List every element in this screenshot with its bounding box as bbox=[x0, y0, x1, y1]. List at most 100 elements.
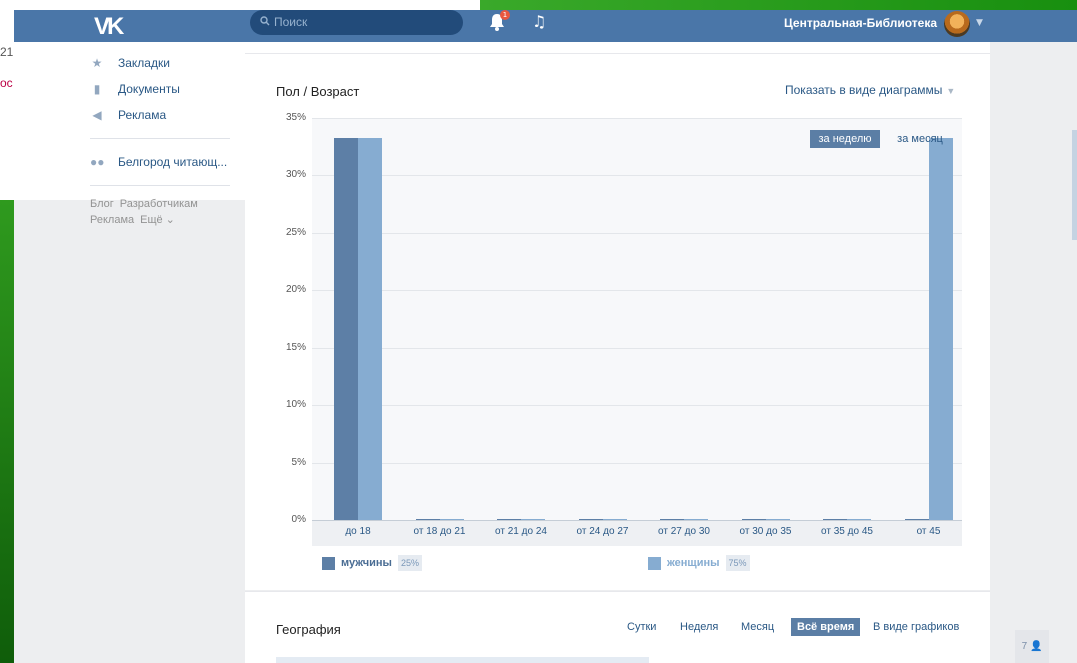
tab-all-time[interactable]: Всё время bbox=[791, 618, 861, 636]
star-icon: ★ bbox=[91, 56, 103, 70]
bar-male[interactable] bbox=[823, 518, 847, 520]
search-icon bbox=[260, 15, 270, 29]
top-header: VK Поиск 1 ♫ Центральная-Библиотека ▼ bbox=[14, 10, 1077, 42]
sidebar-item-ads[interactable]: ◀ Реклама bbox=[90, 102, 240, 128]
geography-bar bbox=[276, 657, 649, 663]
online-users-counter[interactable]: 7 👤 bbox=[1015, 630, 1049, 663]
section-title: Пол / Возраст bbox=[276, 84, 360, 99]
y-tick-label: 20% bbox=[285, 284, 306, 296]
divider bbox=[90, 185, 230, 186]
scrollbar[interactable] bbox=[1072, 130, 1077, 240]
period-month-button[interactable]: за месяц bbox=[890, 130, 950, 148]
footer-link-ads[interactable]: Реклама bbox=[90, 214, 134, 226]
gridline bbox=[312, 175, 962, 177]
bar-male[interactable] bbox=[497, 518, 521, 520]
y-tick-label: 10% bbox=[285, 399, 306, 411]
x-tick-label: до 18 bbox=[345, 526, 371, 537]
x-tick-label: от 27 до 30 bbox=[658, 526, 710, 537]
chevron-down-icon: ▼ bbox=[946, 86, 956, 96]
y-tick-label: 35% bbox=[285, 112, 306, 123]
bar-female[interactable] bbox=[358, 137, 382, 520]
sidebar-item-documents[interactable]: ▮ Документы bbox=[90, 76, 240, 102]
legend-male[interactable]: мужчины 25% bbox=[322, 555, 422, 571]
gridline bbox=[312, 462, 962, 464]
gridline bbox=[312, 347, 962, 349]
gridline bbox=[312, 405, 962, 407]
user-icon: 👤 bbox=[1029, 641, 1043, 652]
sidebar-item-bookmarks[interactable]: ★ Закладки bbox=[90, 50, 240, 76]
y-tick-label: 30% bbox=[285, 169, 306, 181]
x-tick-label: от 18 до 21 bbox=[413, 526, 466, 537]
divider bbox=[90, 138, 230, 139]
search-input[interactable]: Поиск bbox=[250, 10, 463, 35]
sidebar-item-label: Белгород читающ... bbox=[118, 155, 228, 169]
bar-female[interactable] bbox=[847, 518, 871, 520]
background-window-strip bbox=[245, 0, 480, 10]
bar-male[interactable] bbox=[334, 137, 358, 520]
left-sidebar: ★ Закладки ▮ Документы ◀ Реклама ●● Белг… bbox=[90, 50, 240, 228]
divider bbox=[245, 53, 990, 54]
bar-male[interactable] bbox=[660, 518, 684, 520]
chevron-down-icon[interactable]: ▼ bbox=[976, 18, 983, 28]
background-cut-text-2: ос bbox=[0, 76, 13, 90]
footer-link-more[interactable]: Ещё ⌄ bbox=[140, 214, 175, 226]
music-icon[interactable]: ♫ bbox=[532, 12, 546, 31]
bar-female[interactable] bbox=[439, 518, 464, 520]
footer-links: Блог Разработчикам Реклама Ещё ⌄ bbox=[90, 196, 240, 228]
bar-female[interactable] bbox=[602, 518, 627, 520]
x-tick-label: от 35 до 45 bbox=[821, 526, 873, 537]
bar-male[interactable] bbox=[904, 518, 929, 520]
y-tick-label: 15% bbox=[285, 341, 306, 353]
x-tick-label: от 21 до 24 bbox=[495, 526, 547, 537]
chart-view-toggle-label: Показать в виде диаграммы bbox=[785, 83, 943, 97]
y-tick-label: 0% bbox=[291, 514, 306, 525]
legend-label-female: женщины bbox=[667, 557, 720, 569]
legend-percent-female: 75% bbox=[725, 555, 750, 571]
sidebar-item-label: Закладки bbox=[118, 56, 170, 70]
bar-male[interactable] bbox=[741, 518, 766, 520]
bar-female[interactable] bbox=[684, 518, 708, 520]
avatar[interactable] bbox=[944, 11, 970, 37]
section-title: География bbox=[276, 622, 341, 637]
x-tick-label: от 30 до 35 bbox=[739, 526, 792, 537]
legend-percent-male: 25% bbox=[397, 555, 422, 571]
desktop-wallpaper bbox=[0, 200, 14, 663]
document-icon: ▮ bbox=[93, 82, 101, 96]
bar-female[interactable] bbox=[928, 137, 953, 520]
bar-male[interactable] bbox=[578, 518, 603, 520]
footer-link-developers[interactable]: Разработчикам bbox=[120, 198, 198, 210]
x-tick-label: от 45 bbox=[916, 526, 941, 537]
user-name[interactable]: Центральная-Библиотека bbox=[784, 16, 937, 30]
online-count: 7 bbox=[1021, 641, 1028, 652]
tab-graph-view[interactable]: В виде графиков bbox=[873, 621, 959, 633]
chart-plot-area bbox=[312, 118, 962, 520]
desktop-wallpaper-top bbox=[480, 0, 1077, 10]
vk-logo[interactable]: VK bbox=[94, 13, 124, 41]
search-placeholder: Поиск bbox=[274, 15, 308, 29]
footer-link-blog[interactable]: Блог bbox=[90, 198, 114, 210]
sidebar-item-group[interactable]: ●● Белгород читающ... bbox=[90, 149, 240, 175]
legend-swatch-female bbox=[648, 556, 661, 570]
tab-day[interactable]: Сутки bbox=[627, 621, 656, 633]
legend-female[interactable]: женщины 75% bbox=[648, 555, 750, 571]
bar-female[interactable] bbox=[765, 518, 790, 520]
tab-week[interactable]: Неделя bbox=[680, 621, 718, 633]
y-tick-label: 25% bbox=[285, 226, 306, 238]
bar-male[interactable] bbox=[415, 518, 440, 520]
background-cut-text: 21 bbox=[0, 45, 14, 59]
sidebar-item-label: Реклама bbox=[118, 108, 167, 122]
bar-female[interactable] bbox=[521, 518, 545, 520]
gridline bbox=[312, 232, 962, 234]
notification-badge: 1 bbox=[500, 10, 510, 20]
chart-view-toggle[interactable]: Показать в виде диаграммы ▼ bbox=[785, 83, 955, 97]
megaphone-icon: ◀ bbox=[92, 108, 102, 122]
period-week-button[interactable]: за неделю bbox=[810, 130, 880, 148]
legend-label-male: мужчины bbox=[341, 557, 392, 569]
gridline bbox=[312, 290, 962, 292]
y-tick-label: 5% bbox=[291, 456, 306, 468]
tab-month[interactable]: Месяц bbox=[741, 621, 774, 633]
legend-swatch-male bbox=[322, 556, 335, 570]
group-icon: ●● bbox=[90, 155, 105, 169]
gridline bbox=[312, 118, 962, 119]
sidebar-item-label: Документы bbox=[118, 82, 180, 96]
